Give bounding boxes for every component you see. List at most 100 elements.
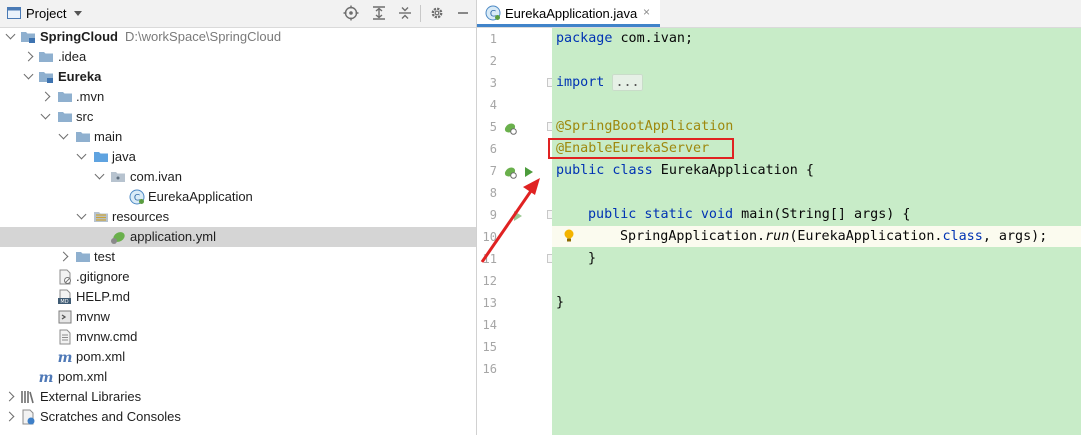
line-number: 1 [489,32,497,46]
tree-label: Eureka [58,69,102,84]
run-icon[interactable] [522,164,536,180]
line-number: 14 [482,318,497,332]
chevron-down-icon[interactable] [76,149,87,160]
tree-label: .idea [58,49,87,64]
settings-icon[interactable] [429,5,445,21]
folder-icon [39,52,53,62]
chevron-right-icon[interactable] [4,411,15,422]
tree-label: pom.xml [58,369,108,384]
lightbulb-icon[interactable] [562,228,576,244]
chevron-down-icon[interactable] [74,11,82,16]
spring-bean-icon[interactable] [502,120,518,136]
tree-label: test [94,249,115,264]
tree-row-resources[interactable]: resources [0,207,476,227]
maven-icon: m [39,370,54,385]
locate-icon[interactable] [343,5,359,21]
tree-label: .mvn [76,89,105,104]
tree-label: SpringCloud D:\workSpace\SpringCloud [40,29,282,44]
tree-row-springcloud[interactable]: SpringCloud D:\workSpace\SpringCloud [0,27,476,47]
line-number: 9 [489,208,497,222]
tree-label: .gitignore [76,269,130,284]
folder-icon [58,112,72,122]
module-folder-icon [21,32,35,43]
maven-icon: m [58,350,73,365]
tab-eureka-application[interactable]: C EurekaApplication.java × [477,0,660,27]
tree-row-mvnw[interactable]: mvnw [0,307,476,327]
hide-icon[interactable] [455,5,471,21]
chevron-right-icon[interactable] [23,51,34,62]
line-number: 7 [489,164,497,178]
chevron-down-icon[interactable] [94,169,105,180]
tree-label: External Libraries [40,389,142,404]
line-number: 11 [482,252,497,266]
expand-all-icon[interactable] [371,5,387,21]
libraries-icon [21,391,34,404]
tree-row-help-md[interactable]: MD HELP.md [0,287,476,307]
toolbar-divider [420,5,421,22]
chevron-down-icon[interactable] [76,209,87,220]
run-icon[interactable] [511,208,525,224]
tree-row-application-yml[interactable]: application.yml [0,227,476,247]
tree-row-mvnw-cmd[interactable]: mvnw.cmd [0,327,476,347]
tree-row-mvn[interactable]: .mvn [0,87,476,107]
folded-imports[interactable]: ... [612,74,643,91]
code-line-9: public class EurekaApplication { [556,163,814,178]
tree-row-idea[interactable]: .idea [0,47,476,67]
chevron-down-icon[interactable] [58,129,69,140]
line-number: 13 [482,296,497,310]
tree-row-src[interactable]: src [0,107,476,127]
code-line-3: import ... [556,74,643,91]
tree-label: HELP.md [76,289,130,304]
tree-label: java [112,149,136,164]
spring-bean-icon[interactable] [502,164,518,180]
source-folder-icon [94,152,108,162]
tree-row-gitignore[interactable]: .gitignore [0,267,476,287]
tree-label: Scratches and Consoles [40,409,181,424]
svg-text:m: m [39,370,54,385]
code-line-1: package com.ivan; [556,31,694,46]
tree-row-external-libraries[interactable]: External Libraries [0,387,476,407]
tree-row-scratches[interactable]: Scratches and Consoles [0,407,476,427]
line-number: 12 [482,274,497,288]
class-icon: C [485,5,501,21]
chevron-down-icon[interactable] [23,69,34,80]
project-header: Project [0,0,476,28]
tree-label: pom.xml [76,349,126,364]
chevron-right-icon[interactable] [58,251,69,262]
chevron-right-icon[interactable] [40,91,51,102]
folder-icon [76,252,90,262]
collapse-all-icon[interactable] [397,5,413,21]
folder-icon [76,132,90,142]
svg-text:MD: MD [60,299,68,305]
code-area[interactable]: package com.ivan; import ... @SpringBoot… [552,28,1081,435]
project-path: D:\workSpace\SpringCloud [125,29,282,44]
tab-label: EurekaApplication.java [505,6,638,21]
tree-row-com-ivan[interactable]: com.ivan [0,167,476,187]
svg-text:m: m [58,350,73,365]
project-panel: Project SpringCloud D:\workSpace\SpringC… [0,0,477,435]
class-icon: C [129,189,145,205]
module-folder-icon [39,72,53,83]
editor-gutter: 1 2 3 4 5 6 7 8 9 10 11 12 13 14 15 16 [477,28,553,435]
gitignore-icon [59,269,71,285]
markdown-icon: MD [58,289,71,305]
chevron-down-icon[interactable] [40,109,51,120]
tree-row-eureka[interactable]: Eureka [0,67,476,87]
editor-tab-bar: C EurekaApplication.java × [477,0,1081,28]
close-icon[interactable]: × [643,5,650,19]
code-line-11: public static void main(String[] args) { [588,207,911,222]
tree-row-pom-root[interactable]: m pom.xml [0,367,476,387]
tree-label: mvnw [76,309,110,324]
tree-row-java[interactable]: java [0,147,476,167]
tree-row-main[interactable]: main [0,127,476,147]
tree-row-eureka-application[interactable]: C EurekaApplication [0,187,476,207]
tree-row-test[interactable]: test [0,247,476,267]
chevron-right-icon[interactable] [4,391,15,402]
tree-label: main [94,129,123,144]
spring-config-icon [111,232,125,244]
project-view-title[interactable]: Project [26,6,66,21]
highlight-box [548,138,734,159]
chevron-down-icon[interactable] [5,29,16,40]
tree-row-pom-eureka[interactable]: m pom.xml [0,347,476,367]
line-number: 5 [489,120,497,134]
